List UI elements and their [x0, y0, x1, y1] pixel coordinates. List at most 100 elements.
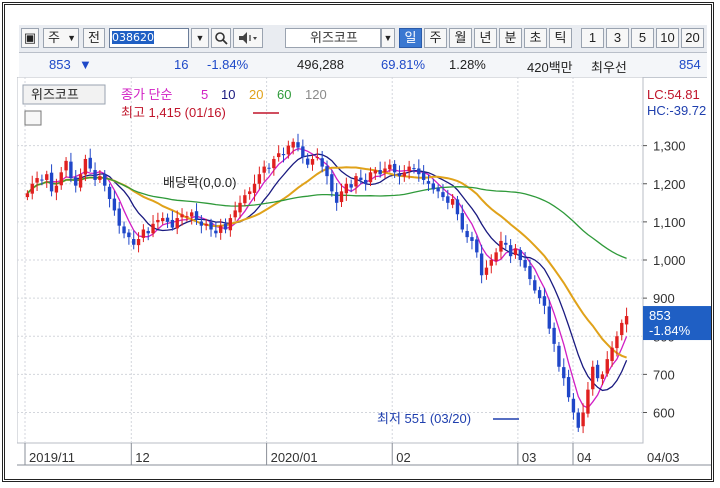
candle-body	[518, 250, 522, 260]
candle-body	[460, 213, 464, 230]
candle-body	[141, 229, 146, 238]
candle-body	[64, 160, 68, 171]
stock-name: 위즈코프	[310, 30, 358, 45]
candle-body	[199, 221, 204, 226]
candle-body	[170, 219, 175, 228]
grid-toggle-icon[interactable]	[24, 110, 42, 126]
period-button[interactable]: 주	[424, 28, 447, 48]
candle-body	[624, 316, 629, 325]
market-mode-label: 주	[48, 30, 60, 45]
x-tick-label: 04	[577, 450, 591, 465]
period-button[interactable]: 월	[449, 28, 472, 48]
candle-body	[276, 153, 281, 158]
candle-body	[267, 167, 271, 169]
candle-body	[272, 158, 276, 169]
speaker-icon	[239, 32, 257, 44]
y-tick-label: 1,000	[653, 253, 686, 268]
stock-name-dropdown[interactable]: ▼	[381, 28, 395, 48]
candle-body	[194, 211, 199, 220]
interval-button[interactable]: 5	[631, 28, 654, 48]
legend-ma-label: 종가 단순	[121, 87, 172, 102]
code-dropdown-button[interactable]: ▼	[191, 28, 209, 48]
candle-body	[344, 183, 349, 194]
candle-body	[586, 389, 590, 414]
candle-body	[257, 174, 262, 184]
period-button[interactable]: 년	[474, 28, 497, 48]
high-annotation: 최고 1,415 (01/16)	[121, 105, 226, 120]
x-tick-label: 2019/11	[29, 450, 75, 465]
candle-body	[359, 177, 363, 180]
y-tick-label: 1,300	[653, 139, 686, 154]
candle-body	[383, 168, 387, 173]
candle-body	[407, 166, 411, 172]
period-button[interactable]: 분	[499, 28, 522, 48]
candle-body	[388, 164, 392, 170]
candle-body	[223, 223, 228, 230]
candle-body	[513, 248, 518, 256]
stock-code-input[interactable]: 038620	[109, 28, 189, 48]
candle-body	[576, 412, 580, 428]
period-button[interactable]: 초	[524, 28, 547, 48]
candle-body	[615, 336, 619, 349]
candle-body	[533, 280, 537, 291]
candle-body	[98, 176, 102, 180]
candle-body	[431, 183, 435, 190]
period-button[interactable]: 일	[399, 28, 422, 48]
candle-body	[446, 196, 450, 203]
candle-body	[402, 172, 407, 177]
candle-body	[470, 237, 474, 241]
candle-body	[103, 174, 107, 186]
candle-body	[151, 223, 155, 234]
interval-button[interactable]: 20	[681, 28, 704, 48]
candle-body	[484, 267, 489, 275]
candle-body	[339, 191, 344, 203]
candle-body	[127, 232, 131, 238]
turnover-rate: 1.28%	[449, 57, 486, 72]
candle-body	[219, 225, 223, 233]
stock-name-field[interactable]: 위즈코프	[285, 28, 381, 48]
candle-body	[238, 202, 242, 213]
candle-body	[504, 242, 508, 245]
candle-body	[363, 179, 368, 184]
layout-icon[interactable]: ▣	[21, 28, 39, 48]
candle-body	[591, 366, 595, 390]
search-icon	[215, 32, 228, 45]
lc-label: LC:54.81	[647, 87, 700, 102]
candle-body	[59, 172, 63, 186]
volume-ratio: 69.81%	[381, 57, 426, 72]
chevron-down-icon: ▼	[195, 33, 205, 43]
candle-body	[620, 322, 624, 336]
interval-button[interactable]: 1	[581, 28, 604, 48]
candle-body	[441, 192, 445, 198]
candle-body	[378, 170, 382, 175]
price-chart[interactable]: 6007008009001,0001,1001,2001,300LC:54.81…	[17, 77, 714, 482]
candle-body	[610, 347, 614, 362]
candle-body	[112, 198, 117, 211]
candle-body	[600, 374, 605, 379]
candle-body	[107, 186, 112, 199]
market-mode-select[interactable]: 주 ▼	[43, 28, 79, 48]
legend-stock-name: 위즈코프	[31, 87, 79, 102]
candle-body	[180, 214, 184, 218]
candle-body	[542, 296, 547, 306]
mode-button[interactable]: 전	[83, 28, 105, 48]
search-button[interactable]	[211, 28, 231, 48]
interval-button[interactable]: 10	[656, 28, 679, 48]
interval-button[interactable]: 3	[606, 28, 629, 48]
candle-body	[35, 178, 39, 183]
legend-period: 120	[305, 87, 327, 102]
y-tick-label: 600	[653, 406, 675, 421]
y-tick-label: 700	[653, 367, 675, 382]
candle-body	[136, 239, 141, 246]
candle-body	[581, 412, 585, 427]
legend-period: 20	[249, 87, 263, 102]
candle-body	[305, 158, 310, 165]
y-tick-label: 900	[653, 291, 675, 306]
candle-body	[562, 367, 566, 379]
candle-body	[291, 141, 295, 148]
candle-body	[252, 183, 257, 193]
candle-body	[40, 179, 44, 181]
current-price: 853	[49, 57, 71, 72]
speaker-button[interactable]	[233, 28, 263, 48]
period-button[interactable]: 틱	[549, 28, 572, 48]
